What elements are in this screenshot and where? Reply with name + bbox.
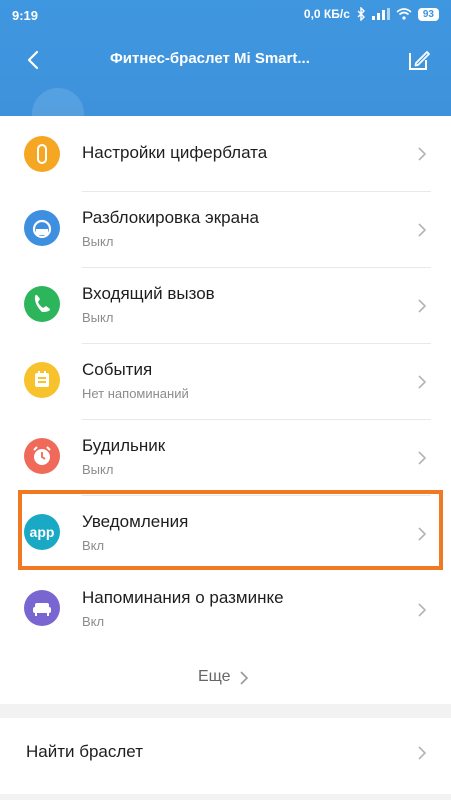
highlight-frame <box>18 490 443 570</box>
page-title: Фитнес-браслет Mi Smart... <box>110 50 310 67</box>
item-label: Напоминания о разминке <box>82 588 284 607</box>
battery-level: 93 <box>417 7 439 21</box>
header-decoration <box>32 88 84 116</box>
alarm-icon <box>24 438 60 474</box>
chevron-right-icon <box>418 147 427 161</box>
list-item-events[interactable]: События Нет напоминаний <box>0 344 451 420</box>
list-item-incoming-call[interactable]: Входящий вызов Выкл <box>0 268 451 344</box>
list-item-warmup-reminders[interactable]: Напоминания о разминке Вкл <box>0 572 451 648</box>
item-label: События <box>82 360 153 379</box>
watch-face-icon <box>24 136 60 172</box>
item-status: Выкл <box>82 310 114 325</box>
list-item-watch-face[interactable]: Настройки циферблата <box>0 116 451 192</box>
chevron-right-icon <box>240 671 249 685</box>
title-row: Фитнес-браслет Mi Smart... <box>0 40 451 80</box>
network-speed: 0,0 КБ/с <box>303 7 350 21</box>
item-label: Входящий вызов <box>82 284 215 303</box>
list-item-alarm[interactable]: Будильник Выкл <box>0 420 451 496</box>
find-band-row[interactable]: Найти браслет <box>0 718 451 794</box>
status-time: 9:19 <box>12 8 39 23</box>
back-arrow-icon[interactable] <box>20 46 48 74</box>
item-status: Выкл <box>82 462 114 477</box>
chevron-right-icon <box>418 451 427 465</box>
bluetooth-icon <box>357 7 365 21</box>
edit-icon[interactable] <box>405 46 433 74</box>
sofa-icon <box>24 590 60 626</box>
chevron-right-icon <box>418 603 427 617</box>
item-label: Настройки циферблата <box>82 143 268 162</box>
chevron-right-icon <box>418 375 427 389</box>
item-label: Разблокировка экрана <box>82 208 259 227</box>
wifi-icon <box>396 8 412 20</box>
more-label: Еще <box>198 668 231 685</box>
item-status: Вкл <box>82 614 105 629</box>
settings-list: Настройки циферблата Разблокировка экран… <box>0 116 451 704</box>
phone-icon <box>24 286 60 322</box>
unlock-icon <box>24 210 60 246</box>
chevron-right-icon <box>418 223 427 237</box>
find-band-label: Найти браслет <box>26 742 143 761</box>
calendar-icon <box>24 362 60 398</box>
item-status: Нет напоминаний <box>82 386 189 401</box>
chevron-right-icon <box>418 746 427 760</box>
more-link[interactable]: Еще <box>0 660 451 700</box>
status-indicators: 0,0 КБ/с 93 <box>304 7 439 21</box>
status-bar: 9:19 0,0 КБ/с 93 <box>0 0 451 30</box>
signal-icon <box>371 8 390 20</box>
item-status: Выкл <box>82 234 114 249</box>
item-label: Будильник <box>82 436 166 455</box>
list-item-screen-unlock[interactable]: Разблокировка экрана Выкл <box>0 192 451 268</box>
chevron-right-icon <box>418 299 427 313</box>
app-header: 9:19 0,0 КБ/с 93 Фитнес-браслет Mi Smart… <box>0 0 451 116</box>
